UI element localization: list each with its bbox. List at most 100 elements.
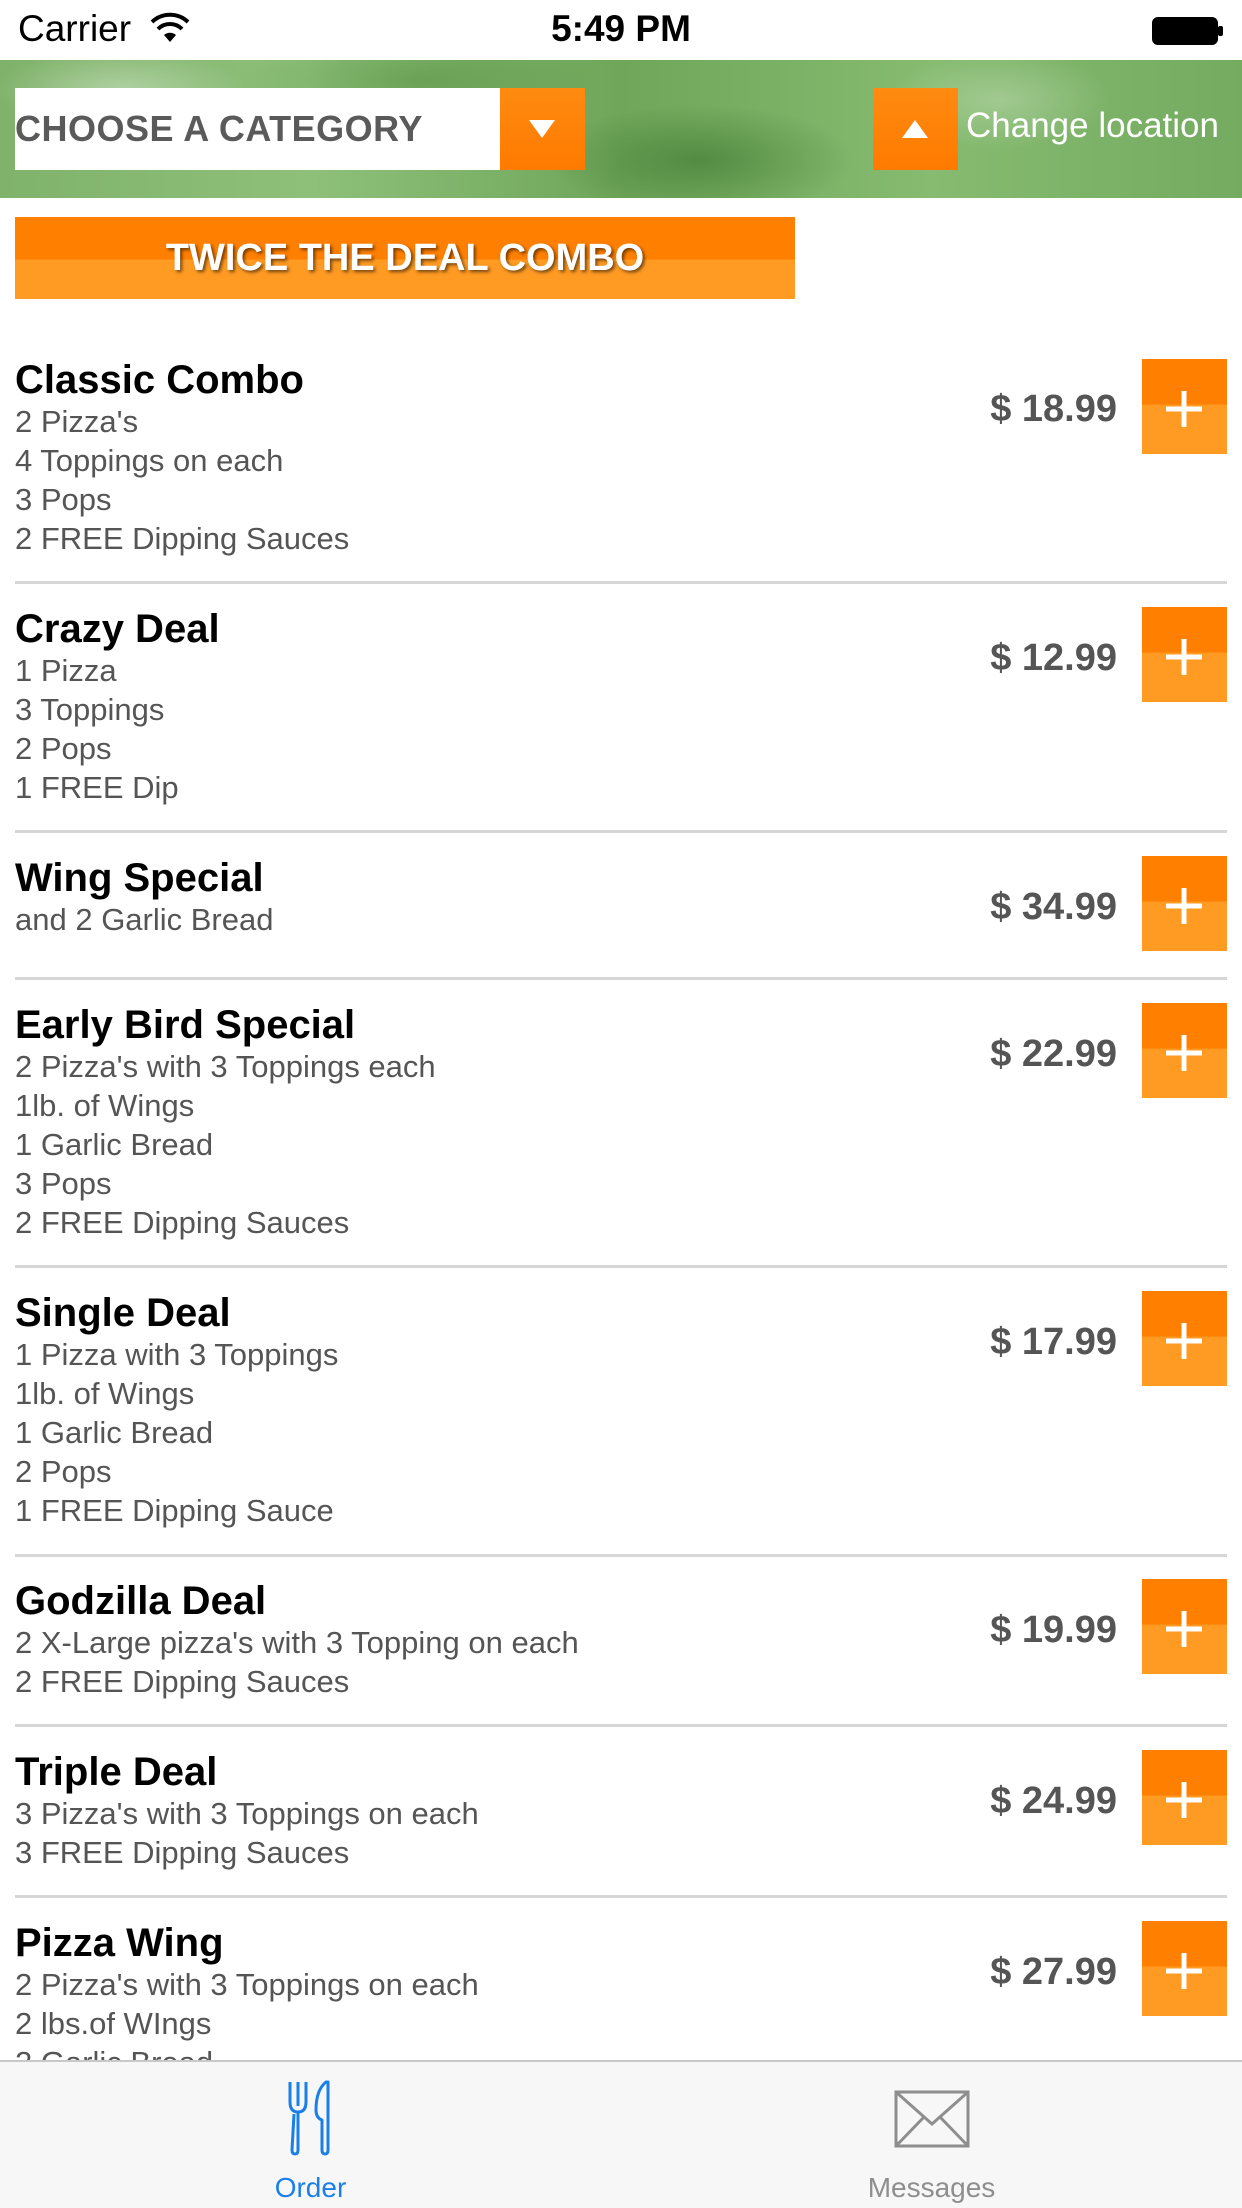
item-price: $ 19.99: [990, 1609, 1117, 1651]
item-title: Wing Special: [15, 856, 264, 900]
item-title: Triple Deal: [15, 1750, 218, 1794]
item-desc-line: 4 Toppings on each: [15, 443, 284, 478]
item-desc-line: and 2 Garlic Bread: [15, 902, 274, 937]
plus-icon: [1166, 888, 1202, 924]
item-desc-line: 3 Pizza's with 3 Toppings on each: [15, 1796, 479, 1831]
item-title: Pizza Wing: [15, 1921, 224, 1965]
add-to-cart-button[interactable]: [1142, 1750, 1227, 1845]
tab-order[interactable]: Order: [0, 2062, 621, 2208]
plus-icon: [1166, 1611, 1202, 1647]
item-price: $ 22.99: [990, 1033, 1117, 1075]
item-description: 3 Pizza's with 3 Toppings on each 3 FREE…: [15, 1794, 479, 1872]
item-description: and 2 Garlic Bread: [15, 900, 273, 939]
item-desc-line: 1 FREE Dip: [15, 770, 179, 805]
add-to-cart-button[interactable]: [1142, 1921, 1227, 2016]
item-desc-line: 2 FREE Dipping Sauces: [15, 1205, 350, 1240]
item-desc-line: 1 FREE Dipping Sauce: [15, 1493, 334, 1528]
menu-item: Godzilla Deal 2 X-Large pizza's with 3 T…: [15, 1579, 1227, 1709]
item-desc-line: 2 Pizza's: [15, 404, 139, 439]
status-time: 5:49 PM: [551, 8, 691, 49]
section-header: TWICE THE DEAL COMBO: [15, 217, 795, 299]
add-to-cart-button[interactable]: [1142, 359, 1227, 454]
item-title: Single Deal: [15, 1291, 231, 1335]
item-desc-line: 1 Garlic Bread: [15, 1127, 214, 1162]
tab-order-label: Order: [274, 2172, 347, 2203]
tab-bar: Order Messages: [0, 2060, 1242, 2208]
item-desc-line: 1 Pizza: [15, 653, 117, 688]
item-desc-line: 2 Pops: [15, 1454, 112, 1489]
divider: [15, 1554, 1227, 1557]
item-price: $ 24.99: [990, 1780, 1117, 1822]
item-description: 2 Pizza's with 3 Toppings each 1lb. of W…: [15, 1047, 436, 1242]
item-desc-line: 1 Garlic Bread: [15, 1415, 214, 1450]
divider: [15, 1724, 1227, 1727]
triangle-up-icon: [902, 120, 928, 138]
item-desc-line: 3 Toppings: [15, 692, 165, 727]
add-to-cart-button[interactable]: [1142, 1579, 1227, 1674]
divider: [15, 1895, 1227, 1898]
change-location-link[interactable]: Change location: [966, 106, 1219, 146]
item-price: $ 27.99: [990, 1951, 1117, 1993]
section-title: TWICE THE DEAL COMBO: [165, 237, 645, 279]
triangle-down-icon: [529, 120, 555, 138]
battery-icon: [1152, 17, 1223, 45]
plus-icon: [1166, 391, 1202, 427]
item-desc-line: 2 Pops: [15, 731, 112, 766]
category-select[interactable]: CHOOSE A CATEGORY: [15, 88, 500, 170]
tab-messages-label: Messages: [867, 2172, 996, 2203]
menu-item: Wing Special and 2 Garlic Bread $ 34.99: [15, 856, 1227, 966]
menu-item: Pizza Wing 2 Pizza's with 3 Toppings on …: [15, 1921, 1227, 2060]
header-banner: CHOOSE A CATEGORY Change location: [0, 60, 1242, 198]
item-description: 2 Pizza's 4 Toppings on each 3 Pops 2 FR…: [15, 402, 349, 558]
item-desc-line: 2 Pizza's with 3 Toppings each: [15, 1049, 436, 1084]
item-desc-line: 2 FREE Dipping Sauces: [15, 521, 350, 556]
divider: [15, 581, 1227, 584]
plus-icon: [1166, 1323, 1202, 1359]
plus-icon: [1166, 639, 1202, 675]
add-to-cart-button[interactable]: [1142, 856, 1227, 951]
add-to-cart-button[interactable]: [1142, 607, 1227, 702]
item-desc-line: 2 Garlic Bread: [15, 2043, 479, 2060]
menu-item: Early Bird Special 2 Pizza's with 3 Topp…: [15, 1003, 1227, 1243]
menu-item: Triple Deal 3 Pizza's with 3 Toppings on…: [15, 1750, 1227, 1880]
item-desc-line: 1 Pizza with 3 Toppings: [15, 1337, 339, 1372]
item-desc-line: 3 Pops: [15, 1166, 112, 1201]
add-to-cart-button[interactable]: [1142, 1291, 1227, 1386]
item-description: 1 Pizza with 3 Toppings 1lb. of Wings 1 …: [15, 1335, 338, 1530]
item-title: Early Bird Special: [15, 1003, 356, 1047]
status-bar: Carrier 5:49 PM: [0, 0, 1242, 60]
category-dropdown-button[interactable]: [500, 88, 585, 170]
add-to-cart-button[interactable]: [1142, 1003, 1227, 1098]
plus-icon: [1166, 1035, 1202, 1071]
item-desc-line: 1lb. of Wings: [15, 1088, 195, 1123]
item-desc-line: 2 X-Large pizza's with 3 Topping on each: [15, 1625, 579, 1660]
fork-knife-icon: [288, 2080, 329, 2156]
item-title: Crazy Deal: [15, 607, 220, 651]
menu-item: Crazy Deal 1 Pizza 3 Toppings 2 Pops 1 F…: [15, 607, 1227, 807]
item-price: $ 18.99: [990, 388, 1117, 430]
item-title: Godzilla Deal: [15, 1579, 267, 1623]
item-price: $ 34.99: [990, 886, 1117, 928]
item-desc-line: 3 Pops: [15, 482, 112, 517]
item-desc-line: 1lb. of Wings: [15, 1376, 195, 1411]
item-title: Classic Combo: [15, 358, 304, 402]
plus-icon: [1166, 1782, 1202, 1818]
menu-item: Single Deal 1 Pizza with 3 Toppings 1lb.…: [15, 1291, 1227, 1531]
item-description: 1 Pizza 3 Toppings 2 Pops 1 FREE Dip: [15, 651, 179, 807]
divider: [15, 977, 1227, 980]
item-price: $ 12.99: [990, 637, 1117, 679]
plus-icon: [1166, 1953, 1202, 1989]
divider: [15, 1265, 1227, 1268]
item-desc-line: 2 lbs.of WIngs: [15, 2006, 212, 2041]
menu-item: Classic Combo 2 Pizza's 4 Toppings on ea…: [15, 358, 1227, 558]
item-desc-line: 2 FREE Dipping Sauces: [15, 1664, 350, 1699]
item-price: $ 17.99: [990, 1321, 1117, 1363]
item-desc-line: 2 Pizza's with 3 Toppings on each: [15, 1967, 479, 2002]
change-location-button[interactable]: [873, 88, 958, 170]
category-select-label: CHOOSE A CATEGORY: [15, 108, 423, 149]
item-description: 2 Pizza's with 3 Toppings on each 2 lbs.…: [15, 1965, 479, 2060]
divider: [15, 830, 1227, 833]
item-desc-line: 3 FREE Dipping Sauces: [15, 1835, 350, 1870]
envelope-icon: [894, 2090, 969, 2148]
tab-messages[interactable]: Messages: [621, 2062, 1242, 2208]
